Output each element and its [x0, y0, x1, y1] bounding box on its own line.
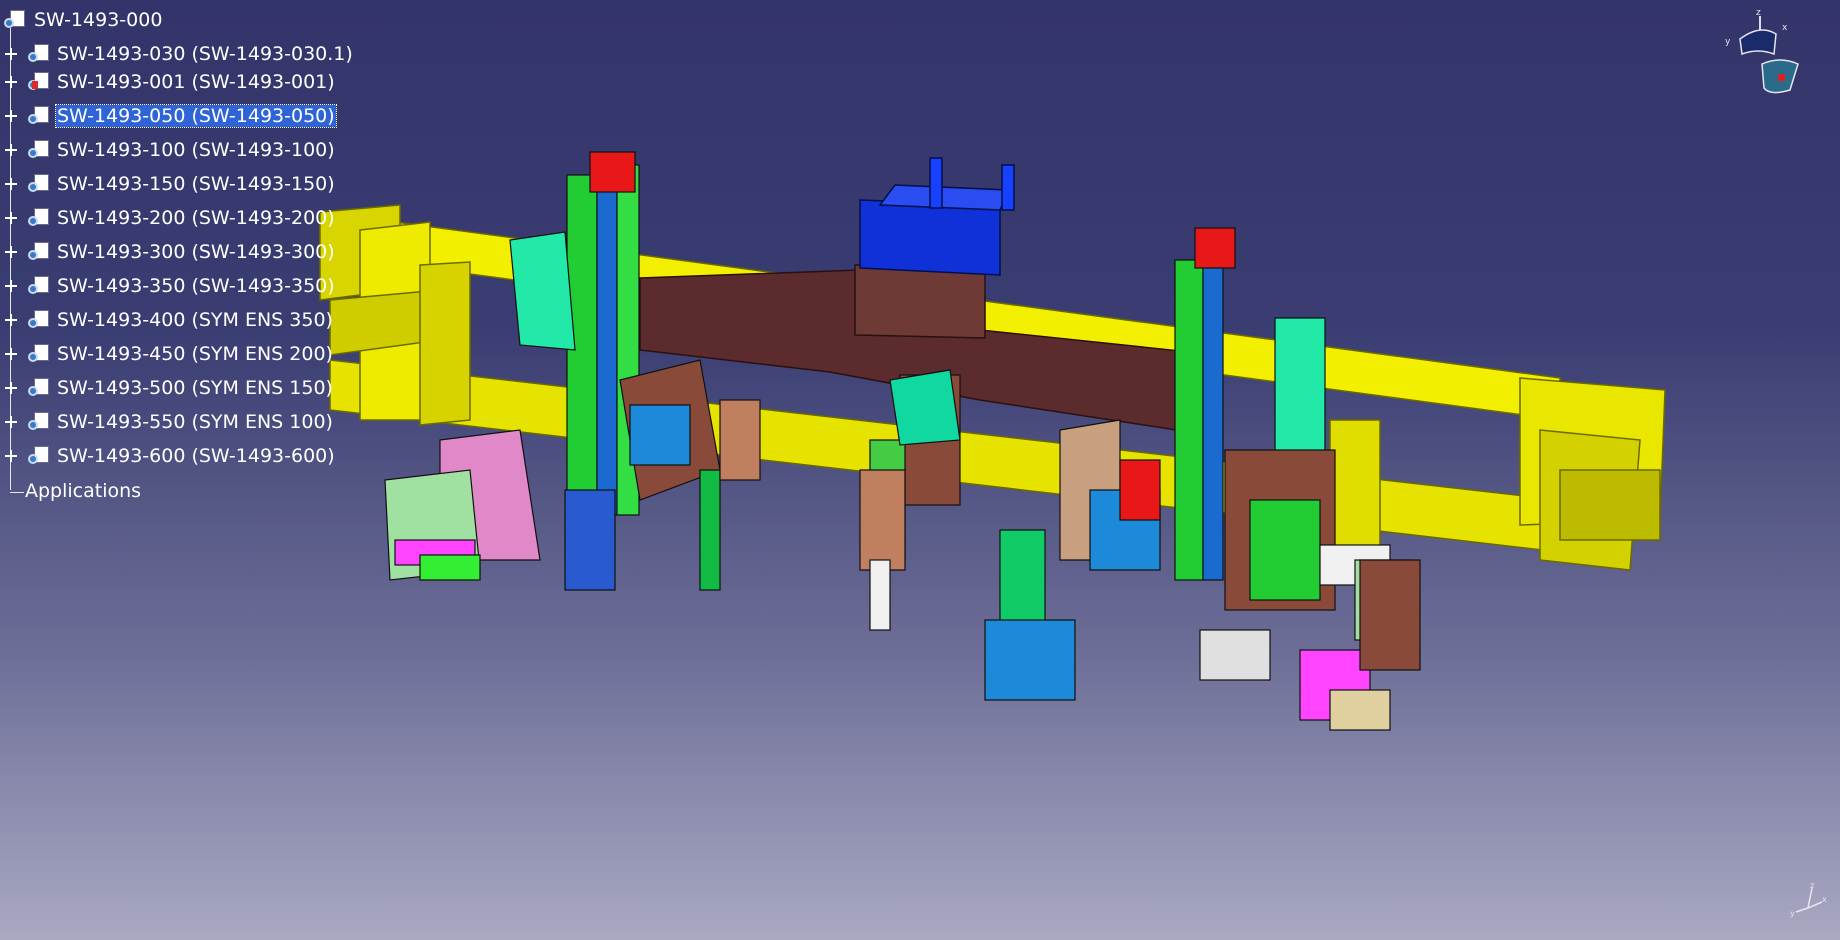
tree-node-label-selected: SW-1493-050 (SW-1493-050) — [55, 104, 337, 128]
expand-plus-icon[interactable] — [5, 76, 17, 88]
compass-icon[interactable]: z y x — [1720, 4, 1820, 96]
expand-plus-icon[interactable] — [5, 382, 17, 394]
tree-node-300[interactable]: SW-1493-300 (SW-1493-300) — [0, 238, 360, 266]
tree-node-450[interactable]: SW-1493-450 (SYM ENS 200) — [0, 340, 360, 368]
tree-node-500[interactable]: SW-1493-500 (SYM ENS 150) — [0, 374, 360, 402]
tree-node-050[interactable]: SW-1493-050 (SW-1493-050) — [0, 102, 360, 130]
product-icon — [2, 9, 28, 31]
tree-node-label: SW-1493-450 (SYM ENS 200) — [57, 343, 333, 365]
product-icon — [26, 207, 50, 229]
tree-root-label: SW-1493-000 — [34, 9, 163, 31]
product-icon — [26, 377, 50, 399]
expand-plus-icon[interactable] — [5, 450, 17, 462]
tree-node-550[interactable]: SW-1493-550 (SYM ENS 100) — [0, 408, 360, 436]
tree-node-label: SW-1493-600 (SW-1493-600) — [57, 445, 335, 467]
product-icon — [26, 105, 50, 127]
compass-x-label: x — [1782, 23, 1788, 33]
tree-node-label: SW-1493-001 (SW-1493-001) — [57, 71, 335, 93]
product-icon — [26, 275, 50, 297]
expand-plus-icon[interactable] — [5, 110, 17, 122]
expand-plus-icon[interactable] — [5, 246, 17, 258]
expand-plus-icon[interactable] — [5, 212, 17, 224]
expand-plus-icon[interactable] — [5, 178, 17, 190]
tree-node-label: SW-1493-030 (SW-1493-030.1) — [57, 43, 353, 65]
tree-node-label: SW-1493-500 (SYM ENS 150) — [57, 377, 333, 399]
product-icon — [26, 445, 50, 467]
blue-cylinder-block — [859, 157, 1015, 276]
product-icon — [26, 139, 50, 161]
tree-node-200[interactable]: SW-1493-200 (SW-1493-200) — [0, 204, 360, 232]
tree-node-150[interactable]: SW-1493-150 (SW-1493-150) — [0, 170, 360, 198]
tree-node-label: SW-1493-300 (SW-1493-300) — [57, 241, 335, 263]
applications-node[interactable]: Applications — [25, 480, 141, 502]
axis-triad-icon: z y x — [1790, 880, 1830, 920]
product-icon — [26, 71, 50, 93]
product-icon — [26, 173, 50, 195]
tree-node-001[interactable]: SW-1493-001 (SW-1493-001) — [0, 68, 360, 96]
expand-plus-icon[interactable] — [5, 144, 17, 156]
tree-node-label: SW-1493-400 (SYM ENS 350) — [57, 309, 333, 331]
tree-node-label: SW-1493-550 (SYM ENS 100) — [57, 411, 333, 433]
compass-y-label: y — [1725, 37, 1731, 47]
tree-node-100[interactable]: SW-1493-100 (SW-1493-100) — [0, 136, 360, 164]
tree-node-label: SW-1493-200 (SW-1493-200) — [57, 207, 335, 229]
product-icon — [26, 343, 50, 365]
product-icon — [26, 309, 50, 331]
tree-node-label: SW-1493-150 (SW-1493-150) — [57, 173, 335, 195]
tree-node-600[interactable]: SW-1493-600 (SW-1493-600) — [0, 442, 360, 470]
tree-node-400[interactable]: SW-1493-400 (SYM ENS 350) — [0, 306, 360, 334]
expand-plus-icon[interactable] — [5, 48, 17, 60]
product-icon — [26, 43, 50, 65]
tree-node-label: SW-1493-100 (SW-1493-100) — [57, 139, 335, 161]
compass-z-label: z — [1756, 8, 1761, 18]
right-column — [1174, 227, 1421, 731]
product-icon — [26, 241, 50, 263]
product-icon — [26, 411, 50, 433]
axis-y-label: y — [1790, 909, 1795, 918]
specification-tree: SW-1493-000 SW-1493-030 (SW-1493-030.1) … — [0, 0, 360, 520]
tree-node-label: SW-1493-350 (SW-1493-350) — [57, 275, 335, 297]
expand-plus-icon[interactable] — [5, 416, 17, 428]
tree-root[interactable]: SW-1493-000 — [4, 8, 162, 32]
expand-plus-icon[interactable] — [5, 314, 17, 326]
tree-node-030[interactable]: SW-1493-030 (SW-1493-030.1) — [0, 40, 360, 68]
expand-plus-icon[interactable] — [5, 348, 17, 360]
tree-node-350[interactable]: SW-1493-350 (SW-1493-350) — [0, 272, 360, 300]
applications-connector — [10, 492, 24, 493]
expand-plus-icon[interactable] — [5, 280, 17, 292]
axis-x-label: x — [1822, 895, 1827, 904]
axis-z-label: z — [1810, 881, 1814, 890]
